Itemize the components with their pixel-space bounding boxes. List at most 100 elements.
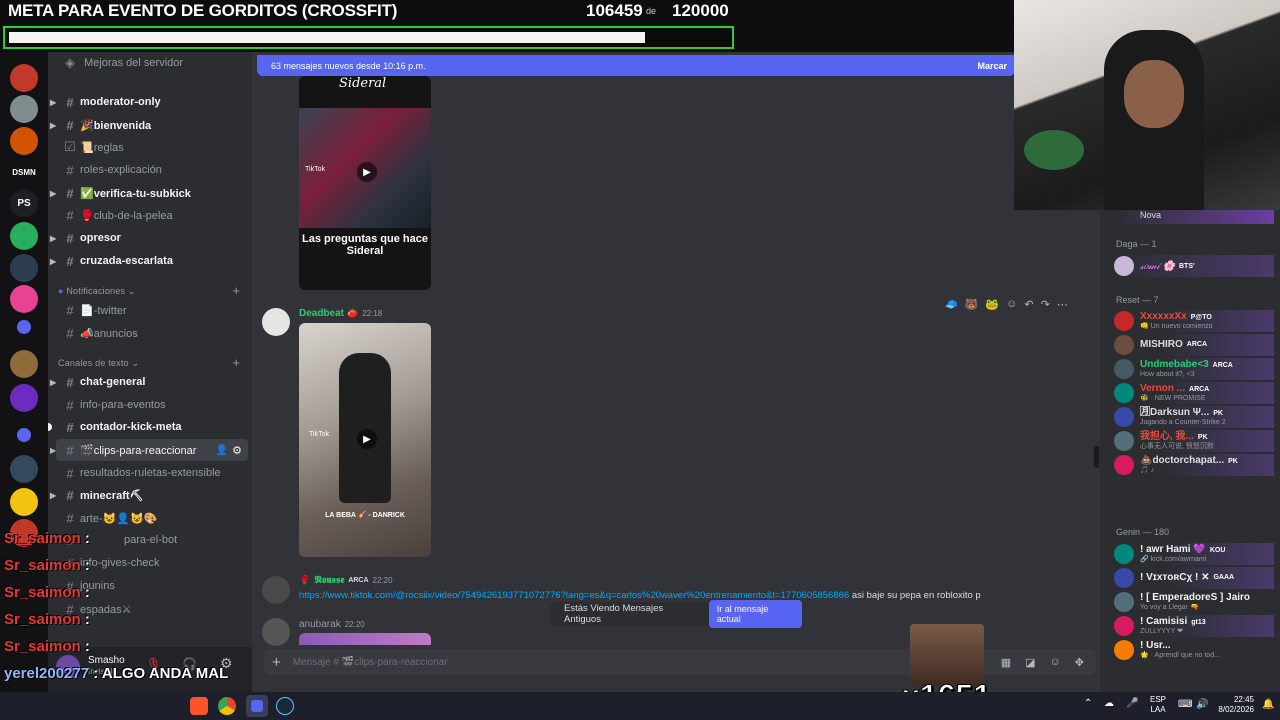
member-row[interactable]: 𝓈𝑜𝓂𝒾 🌸 BTS' — [1114, 255, 1274, 277]
mark-as-read-button[interactable]: Marcar — [977, 61, 1007, 71]
language-indicator[interactable]: ESP LAA — [1150, 695, 1166, 714]
member-text: XxxxxxXx P@TO 👊 Un nuevo comienzo — [1140, 312, 1213, 330]
category-notificaciones[interactable]: ● Notificaciones ⌄ — [58, 286, 136, 297]
message-input[interactable]: Mensaje # 🎬clips-para-reaccionar — [293, 657, 448, 668]
channel-cruzada-escarlata[interactable]: ▶ # cruzada-escarlata — [50, 250, 248, 272]
server-icon[interactable] — [10, 455, 38, 483]
avatar[interactable] — [262, 308, 290, 336]
video-embed[interactable]: Sideral TikTok ▶ Las preguntas que hace … — [299, 76, 431, 290]
forward-icon[interactable]: ↷ — [1041, 298, 1050, 311]
play-icon[interactable]: ▶ — [357, 162, 377, 182]
channel-anuncios[interactable]: # 📣anuncios — [56, 322, 248, 344]
tiktok-label: TikTok — [309, 431, 329, 438]
volume-icon[interactable]: 🔊 — [1196, 699, 1208, 710]
member-activity: How about it?, <3 — [1140, 370, 1195, 378]
member-row[interactable]: ! Camisisi gt13 ZULLYYYY ❤ — [1114, 615, 1274, 637]
member-activity: 🐝 · NEW PROMISE — [1140, 394, 1206, 402]
network-icon[interactable]: ⌨ — [1178, 699, 1192, 710]
message-author[interactable]: Deadbeat — [299, 308, 344, 319]
avatar[interactable] — [262, 576, 290, 604]
folder-icon[interactable] — [17, 320, 31, 334]
channel-chat-general[interactable]: ▶ # chat-general — [50, 371, 248, 393]
tray-chevron-icon[interactable]: ⌃ — [1084, 698, 1092, 709]
server-icon[interactable] — [10, 64, 38, 92]
chrome-icon[interactable] — [218, 697, 236, 715]
play-icon[interactable]: ▶ — [357, 429, 377, 449]
add-channel-icon[interactable]: + — [232, 283, 240, 298]
channel-opresor[interactable]: ▶ # opresor — [50, 227, 248, 249]
channel-resultados-ruletas-extensible[interactable]: # resultados-ruletas-extensible — [56, 462, 248, 484]
channel-moderator-only[interactable]: ▶ # moderator-only — [50, 91, 248, 113]
member-row[interactable]: Nova — [1114, 210, 1274, 224]
avatar[interactable] — [262, 618, 290, 646]
message-author[interactable]: 𝕹𝖔𝖚𝖘𝖘𝖊 — [314, 575, 344, 586]
server-icon[interactable] — [10, 254, 38, 282]
upload-plus-icon[interactable]: + — [272, 654, 281, 671]
server-icon[interactable] — [10, 222, 38, 250]
member-row[interactable]: Undmebabe<3 ARCA How about it?, <3 — [1114, 358, 1274, 380]
server-icon[interactable] — [10, 384, 38, 412]
member-row[interactable]: MISHIRO ARCA — [1114, 334, 1274, 356]
new-messages-banner[interactable]: 63 mensajes nuevos desde 10:16 p.m. Marc… — [257, 55, 1015, 76]
channel-clips-para-reaccionar[interactable]: ▶ # 🎬clips-para-reaccionar 👤 ⚙ — [50, 439, 248, 461]
server-icon-ps[interactable]: PS — [10, 189, 38, 217]
channel-twitter[interactable]: # 📄-twitter — [56, 299, 248, 321]
clock[interactable]: 22:45 8/02/2026 — [1214, 695, 1254, 715]
emoji-icon[interactable]: ☺ — [1050, 656, 1061, 669]
scrollbar-thumb[interactable] — [1094, 446, 1099, 468]
server-icon[interactable] — [10, 127, 38, 155]
video-embed[interactable] — [299, 633, 431, 645]
apps-icon[interactable]: ✥ — [1075, 656, 1084, 669]
chat-message: : — [84, 557, 90, 574]
channel-bienvenida[interactable]: ▶ # 🎉bienvenida — [50, 114, 248, 136]
category-canales-de-texto[interactable]: Canales de texto ⌄ — [58, 358, 139, 369]
member-row[interactable]: ! VɪxᴛᴏʀCχ ! ✕ GAAA — [1114, 567, 1274, 589]
server-boost-item[interactable]: ◈ Mejoras del servidor — [56, 52, 248, 74]
message-text: asi baje su pepa en robloxito p — [851, 590, 981, 601]
channel-roles-explicacion[interactable]: # roles-explicación — [56, 159, 248, 181]
hash-icon: # — [66, 374, 74, 390]
member-row[interactable]: XxxxxxXx P@TO 👊 Un nuevo comienzo — [1114, 310, 1274, 332]
add-reaction-icon[interactable]: ☺ — [1006, 298, 1017, 311]
add-channel-icon[interactable]: + — [232, 355, 240, 370]
server-icon-dsmn[interactable]: DSMN — [10, 158, 38, 186]
server-icon[interactable] — [10, 95, 38, 123]
member-row[interactable]: 我担心, 我... PK 心事无人可说, 愤怒沉默 — [1114, 430, 1274, 452]
reaction-icon[interactable]: 🧢 — [944, 298, 958, 311]
reaction-icon[interactable]: 🐻 — [965, 298, 979, 311]
notification-icon[interactable]: 🔔 — [1262, 699, 1274, 710]
sticker-icon[interactable]: ◪ — [1025, 656, 1035, 669]
channel-reglas[interactable]: ☑ 📜reglas — [56, 136, 248, 158]
member-row[interactable]: ! Usr... 🌟 · Aprendí que no tod... — [1114, 639, 1274, 661]
goal-target: 120000 — [672, 1, 729, 20]
gif-icon[interactable]: ▦ — [1001, 656, 1011, 669]
message-author[interactable]: anubarak — [299, 619, 341, 630]
cloud-icon[interactable]: ☁ — [1104, 698, 1114, 709]
member-row[interactable]: 🈷Darksun Ψ... PK Jugando a Counter-Strike … — [1114, 406, 1274, 428]
folder-icon[interactable] — [17, 428, 31, 442]
add-member-icon[interactable]: 👤 — [216, 445, 228, 456]
video-embed[interactable]: TikTok ▶ LA BEBA 🎸 - DANRICK — [299, 323, 431, 557]
channel-info-para-eventos[interactable]: # info-para-eventos — [56, 394, 248, 416]
steam-icon[interactable] — [276, 697, 294, 715]
member-row[interactable]: 💩doctorchapat... PK 🎵 ♪ — [1114, 454, 1274, 476]
gear-icon[interactable]: ⚙ — [232, 444, 242, 457]
member-row[interactable]: ! awr Hami 💜 KOU 🔗 kick.com/awrnami — [1114, 543, 1274, 565]
reply-icon[interactable]: ↶ — [1024, 298, 1033, 311]
reaction-icon[interactable]: 🐸 — [985, 298, 999, 311]
jump-to-present-button[interactable]: Ir al mensaje actual — [708, 600, 802, 628]
channel-minecraft[interactable]: ▶ # minecraft⛏ — [50, 484, 248, 506]
channel-club-de-la-pelea[interactable]: # 🥊club-de-la-pelea — [56, 204, 248, 226]
brave-icon[interactable] — [190, 697, 208, 715]
more-icon[interactable]: ⋯ — [1057, 298, 1068, 311]
member-row[interactable]: ! [ EmperadoreS ] Jairo Yo voy a Llegar 🔫 — [1114, 591, 1274, 613]
microphone-icon[interactable]: 🎤 — [1126, 698, 1138, 709]
channel-arte[interactable]: # arte-😺👤😺🎨 — [56, 507, 248, 529]
server-icon[interactable] — [10, 285, 38, 313]
server-icon[interactable] — [10, 350, 38, 378]
channel-contador-kick-meta[interactable]: # contador-kick-meta — [48, 416, 248, 438]
discord-taskbar-icon[interactable] — [246, 695, 268, 717]
member-row[interactable]: Vernon ... ARCA 🐝 · NEW PROMISE — [1114, 382, 1274, 404]
server-icon[interactable] — [10, 488, 38, 516]
channel-verifica-tu-subkick[interactable]: ▶ # ✅verifica-tu-subkick — [50, 182, 248, 204]
